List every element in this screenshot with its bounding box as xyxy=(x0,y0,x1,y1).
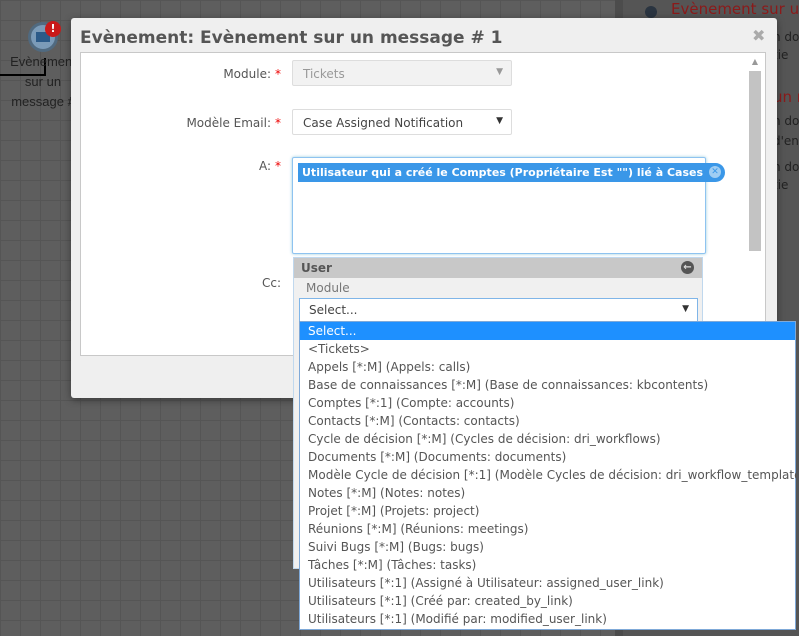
email-template-select[interactable]: Case Assigned Notification ▼ xyxy=(292,109,512,135)
panel-title: Evènement sur un m xyxy=(671,0,799,18)
to-label: A: xyxy=(258,159,271,173)
scroll-up-icon[interactable]: ▲ xyxy=(749,57,761,66)
recipient-tag-label: Utilisateur qui a créé le Comptes (Propr… xyxy=(302,166,704,179)
module-option[interactable]: Select... xyxy=(300,322,795,340)
remove-tag-icon[interactable]: ✕ xyxy=(709,166,722,178)
required-marker: * xyxy=(275,116,281,130)
email-template-value: Case Assigned Notification xyxy=(303,116,464,130)
scrollbar[interactable]: ▲ xyxy=(749,57,761,353)
required-marker: * xyxy=(275,159,281,173)
module-option[interactable]: <Tickets> xyxy=(300,340,795,358)
module-option[interactable]: Cycle de décision [*:M] (Cycles de décis… xyxy=(300,430,795,448)
module-option[interactable]: Comptes [*:1] (Compte: accounts) xyxy=(300,394,795,412)
module-option[interactable]: Tâches [*:M] (Tâches: tasks) xyxy=(300,556,795,574)
picker-header: User xyxy=(301,261,332,275)
message-event-node[interactable]: ! xyxy=(28,21,61,52)
module-value: Tickets xyxy=(303,67,345,81)
required-marker: * xyxy=(275,67,281,81)
to-field[interactable]: Utilisateur qui a créé le Comptes (Propr… xyxy=(292,157,726,254)
picker-module-select[interactable]: Select... ▼ xyxy=(299,298,698,322)
module-option[interactable]: Suivi Bugs [*:M] (Bugs: bugs) xyxy=(300,538,795,556)
module-label: Module: xyxy=(223,67,271,81)
module-option[interactable]: Base de connaissances [*:M] (Base de con… xyxy=(300,376,795,394)
module-option[interactable]: Utilisateurs [*:1] (Assigné à Utilisateu… xyxy=(300,574,795,592)
module-option[interactable]: Utilisateurs [*:1] (Créé par: created_by… xyxy=(300,592,795,610)
module-option[interactable]: Notes [*:M] (Notes: notes) xyxy=(300,484,795,502)
module-option[interactable]: Réunions [*:M] (Réunions: meetings) xyxy=(300,520,795,538)
module-option[interactable]: Projet [*:M] (Projets: project) xyxy=(300,502,795,520)
cc-label: Cc: xyxy=(261,276,281,290)
module-option[interactable]: Documents [*:M] (Documents: documents) xyxy=(300,448,795,466)
email-template-label: Modèle Email: xyxy=(186,116,271,130)
scrollbar-thumb[interactable] xyxy=(749,71,761,251)
chevron-down-icon: ▼ xyxy=(682,304,689,314)
module-options-list[interactable]: Select... <Tickets> Appels [*:M] (Appels: … xyxy=(299,321,799,630)
module-option[interactable]: Appels [*:M] (Appels: calls) xyxy=(300,358,795,376)
picker-select-value: Select... xyxy=(309,303,358,317)
event-icon xyxy=(645,6,657,18)
chevron-down-icon: ▼ xyxy=(496,116,503,126)
module-option[interactable]: Modèle Cycle de décision [*:1] (Modèle C… xyxy=(300,466,799,484)
back-arrow-icon[interactable]: ← xyxy=(681,261,694,274)
module-select[interactable]: Tickets ▼ xyxy=(292,60,512,86)
close-icon[interactable]: ✖ xyxy=(752,26,765,45)
module-option[interactable]: Contacts [*:M] (Contacts: contacts) xyxy=(300,412,795,430)
module-option[interactable]: Utilisateurs [*:1] (Modifié par: modifie… xyxy=(300,610,795,628)
module-field-label: Module xyxy=(306,281,350,295)
chevron-down-icon: ▼ xyxy=(496,67,503,77)
dialog-title: Evènement: Evènement sur un message # 1 xyxy=(80,28,503,48)
recipient-tag: Utilisateur qui a créé le Comptes (Propr… xyxy=(298,163,726,182)
error-icon: ! xyxy=(45,21,61,37)
